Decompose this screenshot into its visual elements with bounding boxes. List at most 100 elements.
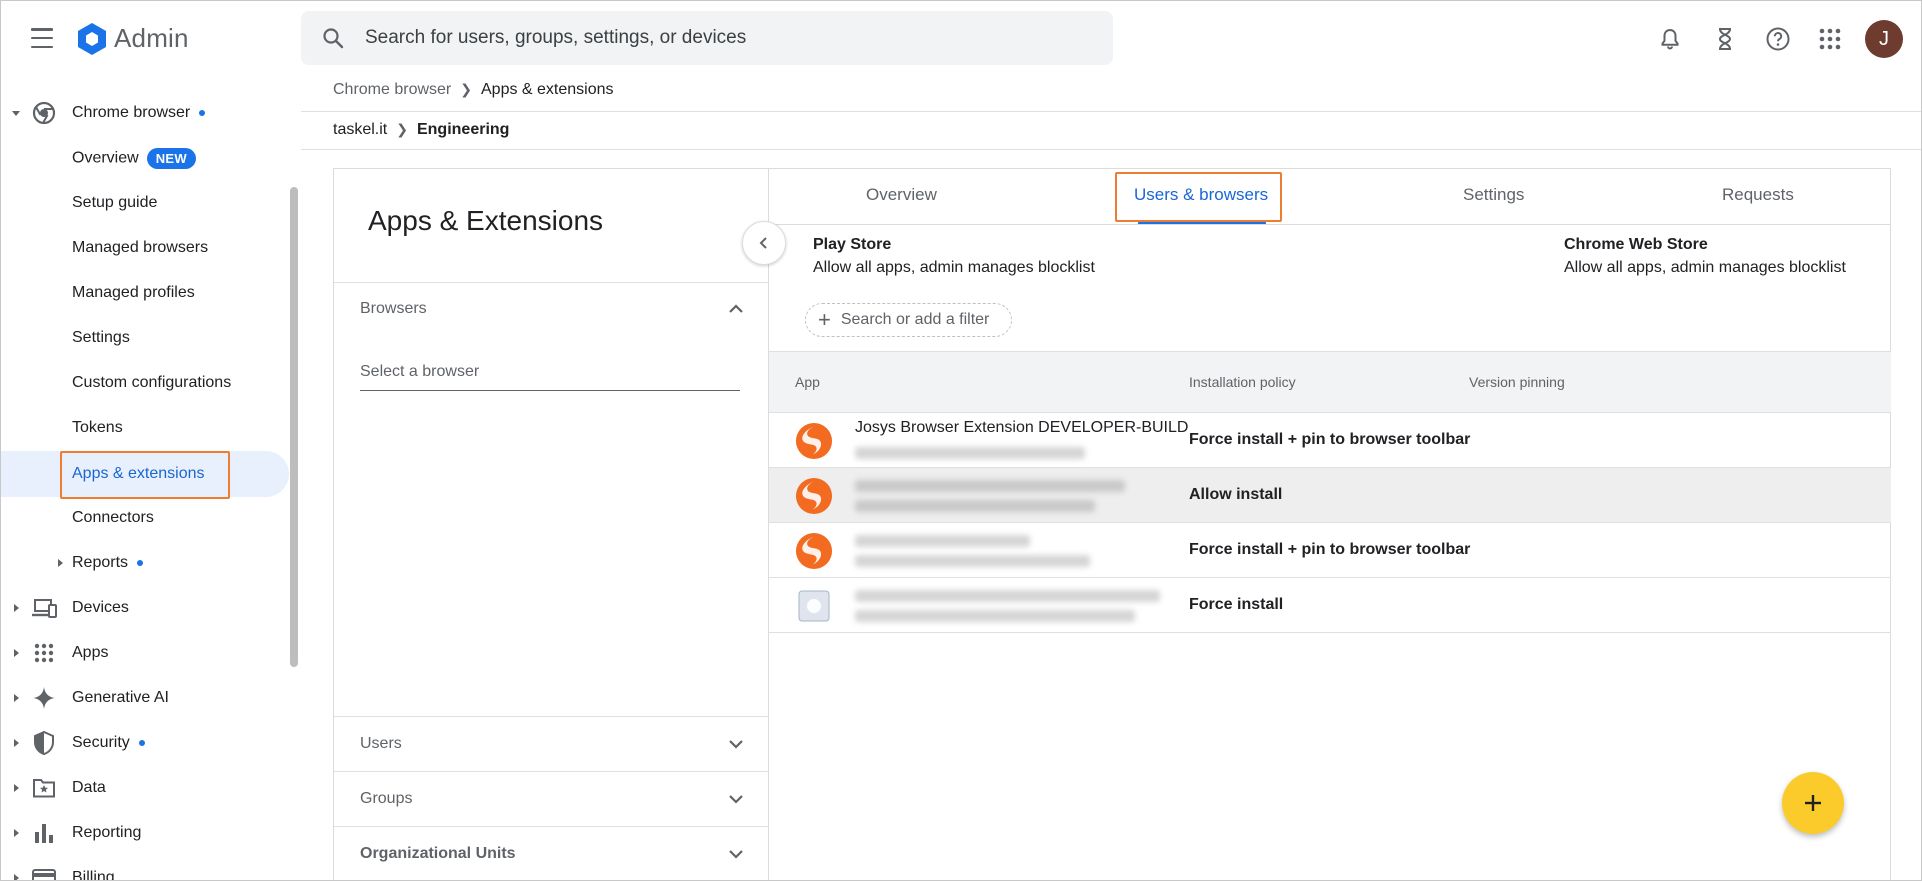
sidebar-item-managed-profiles[interactable]: Managed profiles [1,271,291,315]
column-header-app[interactable]: App [795,374,820,390]
table-row[interactable]: Force install [769,578,1891,633]
sidebar-item-label: Settings [72,329,130,346]
table-header: App Installation policy Version pinning [769,351,1891,413]
sidebar-item-label: Setup guide [72,194,158,211]
tab-requests[interactable]: Requests [1722,185,1794,205]
installation-policy: Force install [1189,596,1284,613]
caret-right-icon[interactable] [9,691,23,705]
chevron-down-icon[interactable] [726,844,746,864]
sidebar-item-security[interactable]: Security [1,721,291,765]
sidebar-item-billing[interactable]: Billing [1,856,291,880]
divider [334,282,768,283]
sidebar-scrollbar[interactable] [290,187,298,667]
collapse-panel-button[interactable] [742,221,786,265]
browsers-section-label[interactable]: Browsers [360,300,427,318]
caret-right-icon[interactable] [9,601,23,615]
divider [769,224,1891,225]
sidebar-item-devices[interactable]: Devices [1,586,291,630]
add-app-button[interactable] [1782,772,1844,834]
update-dot [138,739,145,746]
caret-right-icon[interactable] [9,871,23,880]
notifications-bell-icon[interactable] [1656,25,1684,53]
org-units-section-label[interactable]: Organizational Units [360,845,516,863]
help-icon[interactable] [1764,25,1792,53]
bar-chart-icon [31,820,57,846]
caret-right-icon[interactable] [9,736,23,750]
sidebar-item-label: Chrome browser [72,104,191,121]
sidebar-item-setup-guide[interactable]: Setup guide [1,181,291,225]
caret-right-icon[interactable] [9,781,23,795]
chrome-icon [31,100,57,126]
select-browser-field[interactable]: Select a browser [360,363,740,391]
sidebar-item-label: Devices [72,599,129,616]
divider [334,771,768,772]
sidebar-item-label: Connectors [72,509,154,526]
chrome-web-store-policy: Allow all apps, admin manages blocklist [1564,259,1846,276]
sidebar-item-custom-configurations[interactable]: Custom configurations [1,361,291,405]
folder-star-icon [31,775,57,801]
tab-settings[interactable]: Settings [1463,185,1524,205]
sidebar-item-apps[interactable]: Apps [1,631,291,675]
update-dot [199,109,206,116]
josys-app-icon [795,422,833,460]
caret-right-icon[interactable] [9,826,23,840]
divider [301,111,1921,112]
installation-policy: Force install + pin to browser toolbar [1189,541,1471,558]
sidebar-item-overview[interactable]: Overview NEW [1,136,291,180]
sidebar-item-chrome-browser[interactable]: Chrome browser [1,91,291,135]
search-placeholder: Search for users, groups, settings, or d… [365,27,747,48]
redacted-text [855,610,1135,622]
divider [334,826,768,827]
table-row[interactable]: Force install + pin to browser toolbar [769,523,1891,578]
chevron-up-icon[interactable] [726,299,746,319]
table-row[interactable]: Josys Browser Extension DEVELOPER-BUILD … [769,413,1891,468]
chevron-down-icon[interactable] [726,789,746,809]
redacted-text [855,447,1085,459]
sidebar-item-label: Apps [72,644,109,661]
column-header-version-pinning[interactable]: Version pinning [1469,374,1565,390]
table-row[interactable]: Allow install [769,468,1891,523]
search-icon [323,28,344,49]
breadcrumb-link[interactable]: Chrome browser [333,81,451,98]
sidebar-item-label: Generative AI [72,689,169,706]
sidebar-item-reports[interactable]: Reports [1,541,291,585]
groups-section-label[interactable]: Groups [360,790,412,808]
caret-right-icon[interactable] [53,556,67,570]
sidebar-item-data[interactable]: Data [1,766,291,810]
caret-right-icon[interactable] [9,646,23,660]
redacted-text [855,480,1125,492]
caret-down-icon[interactable] [9,106,23,120]
sidebar-item-settings[interactable]: Settings [1,316,291,360]
sidebar-item-tokens[interactable]: Tokens [1,406,291,450]
sidebar-item-generative-ai[interactable]: Generative AI [1,676,291,720]
sidebar-item-reporting[interactable]: Reporting [1,811,291,855]
apps-grid-icon[interactable] [1816,25,1844,53]
sidebar-item-label: Custom configurations [72,374,232,391]
chevron-down-icon[interactable] [726,734,746,754]
org-unit-current: Engineering [416,121,510,138]
tab-overview[interactable]: Overview [866,185,937,205]
user-avatar[interactable]: J [1865,20,1903,58]
hourglass-icon[interactable] [1711,25,1739,53]
panel-title: Apps & Extensions [368,205,604,236]
sidebar-item-managed-browsers[interactable]: Managed browsers [1,226,291,270]
shield-icon [31,730,57,756]
sidebar-item-label: Overview [72,149,139,167]
app-placeholder-icon [798,590,830,622]
divider [334,716,768,717]
sidebar: Chrome browser Overview NEW Setup guide M… [1,91,301,880]
main-menu-icon[interactable] [27,25,57,51]
users-section-label[interactable]: Users [360,735,402,753]
play-store-title[interactable]: Play Store [813,236,891,254]
app-name[interactable]: Admin [114,23,189,54]
sidebar-item-connectors[interactable]: Connectors [1,496,291,540]
org-unit-link[interactable]: taskel.it [333,121,387,138]
admin-logo-icon[interactable] [74,21,110,57]
chevron-right-icon: ❯ [460,81,472,97]
filter-search-input[interactable]: + Search or add a filter [805,303,1012,337]
column-header-installation-policy[interactable]: Installation policy [1189,374,1296,390]
chrome-web-store-title[interactable]: Chrome Web Store [1564,236,1708,254]
sidebar-item-label: Managed browsers [72,239,209,256]
search-bar[interactable]: Search for users, groups, settings, or d… [301,11,1113,65]
breadcrumb-current: Apps & extensions [481,81,614,98]
